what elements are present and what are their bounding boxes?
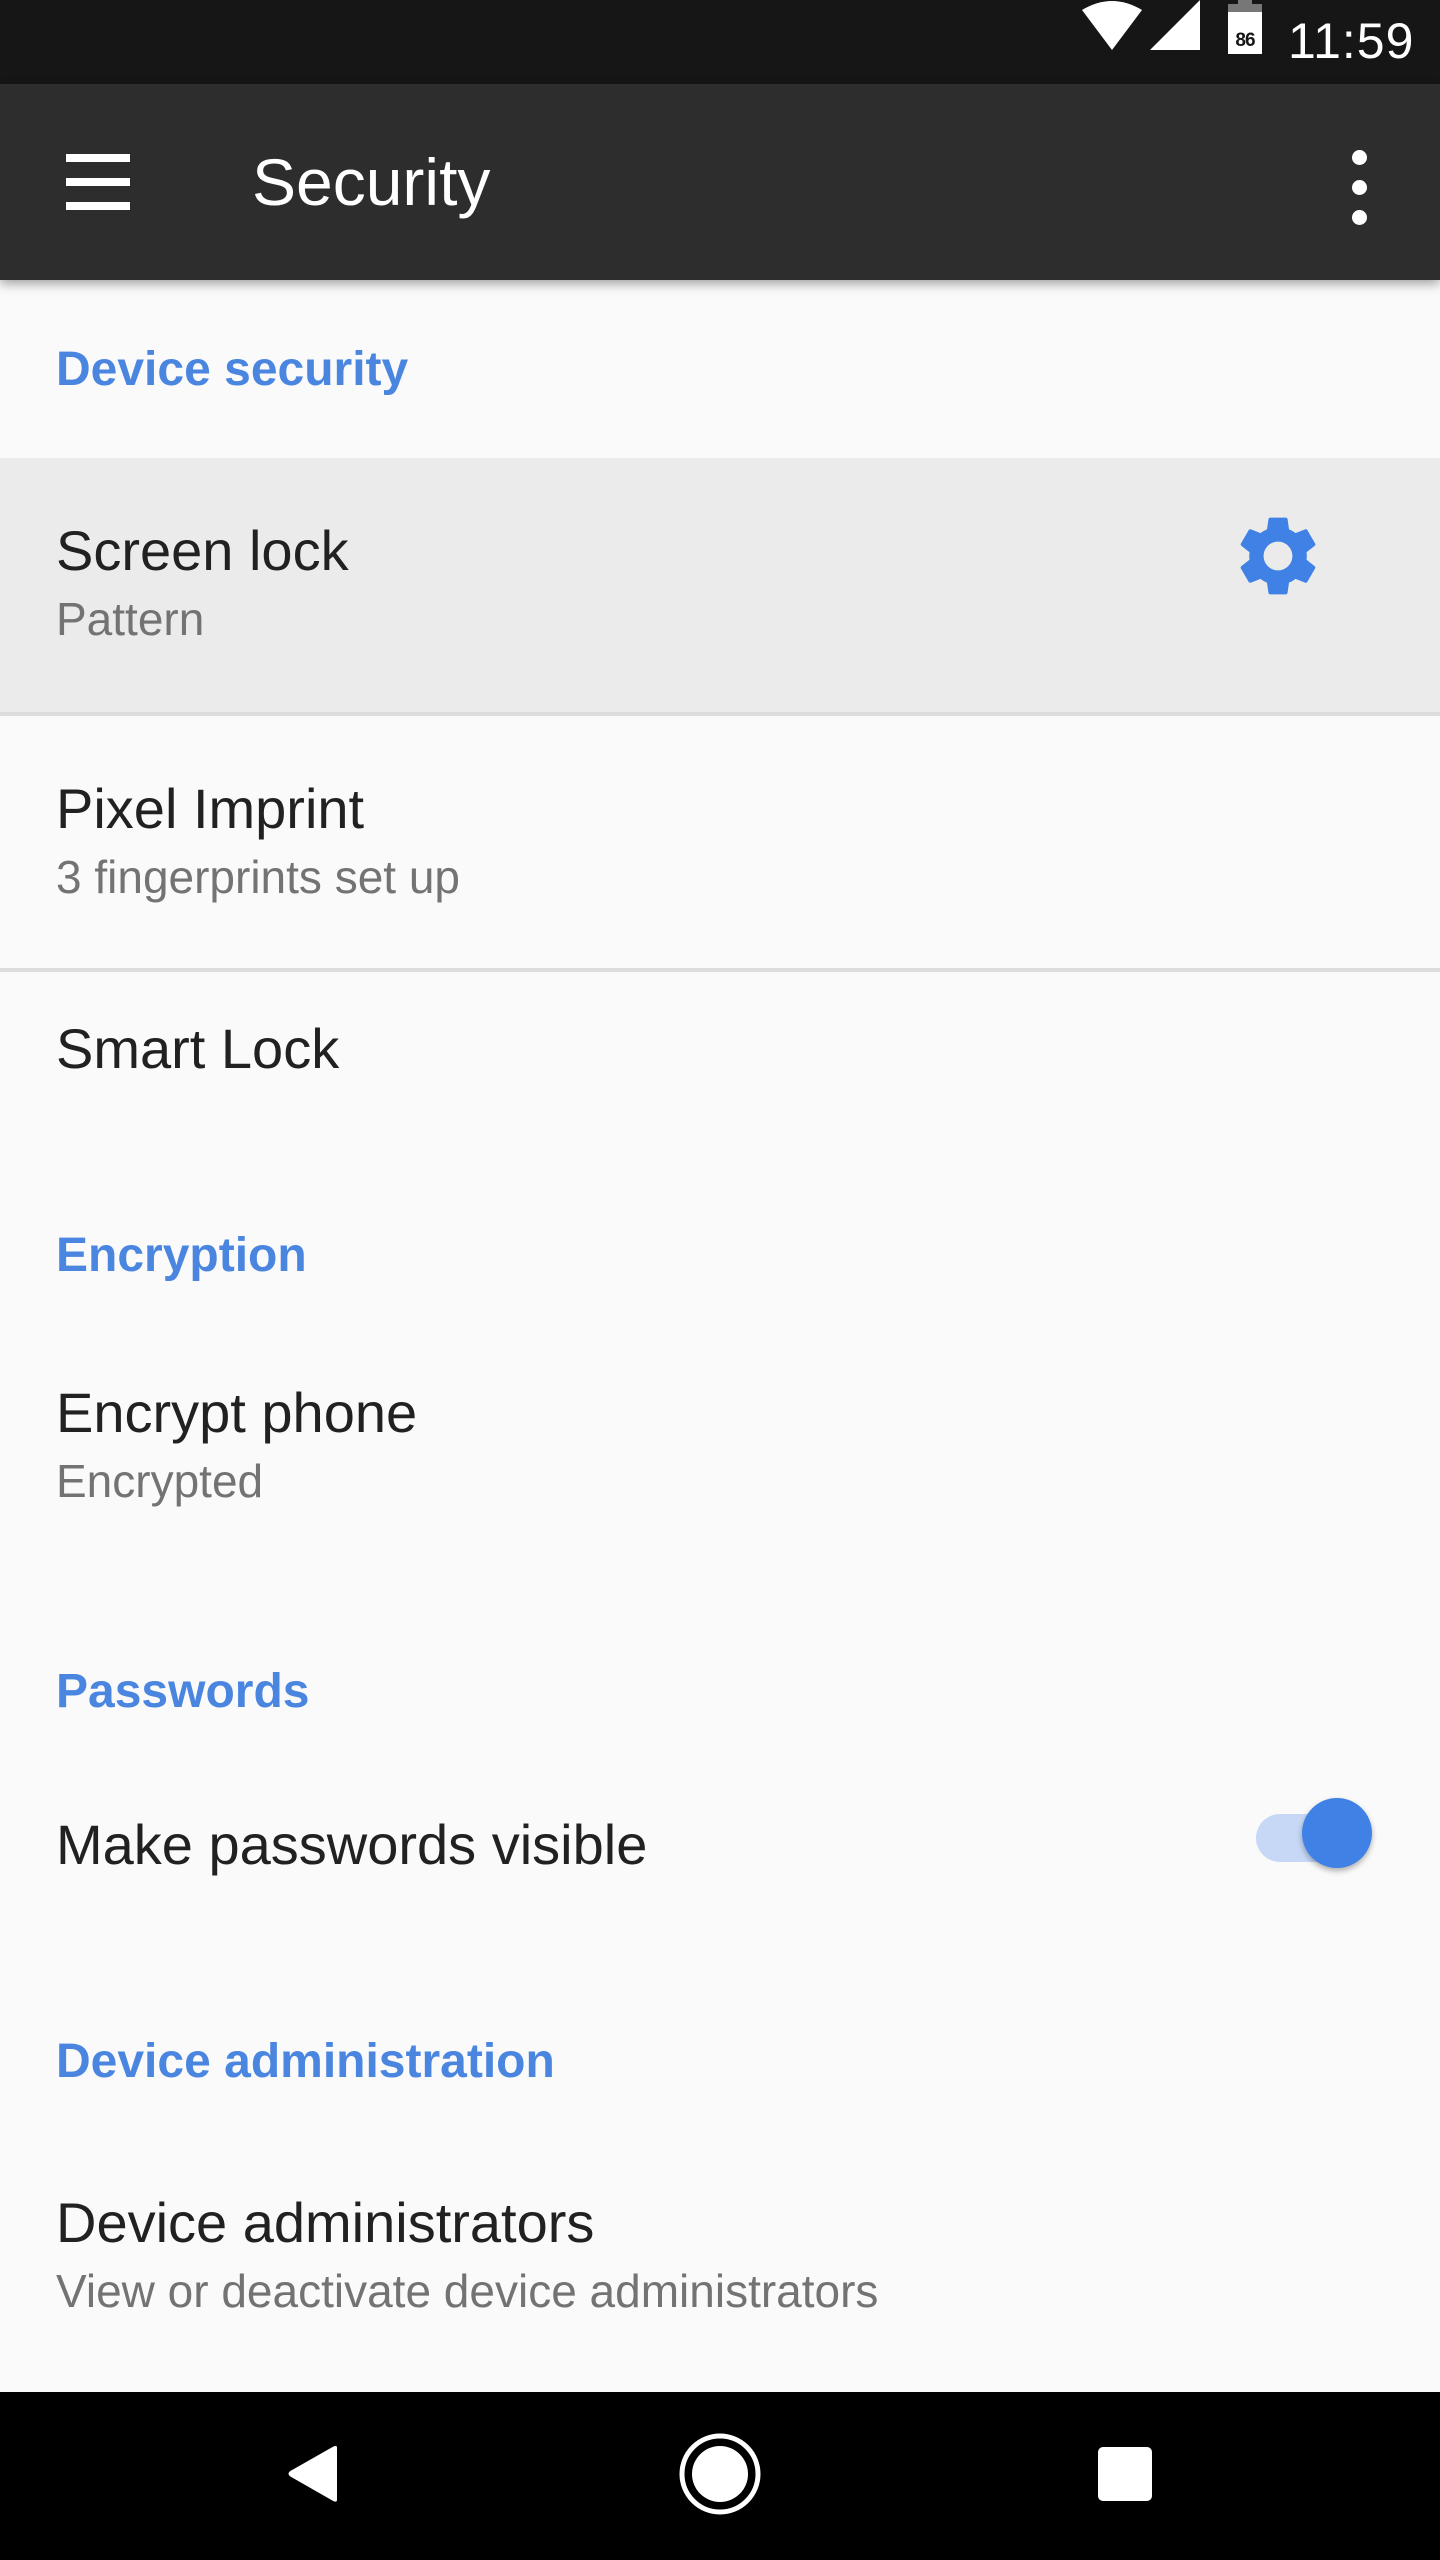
pref-smart-lock[interactable]: Smart Lock	[0, 972, 1440, 1142]
back-button[interactable]	[255, 2414, 375, 2534]
pref-title: Make passwords visible	[56, 1813, 648, 1876]
home-icon	[679, 2433, 761, 2515]
pref-title: Screen lock	[56, 519, 349, 582]
navigation-bar	[0, 2392, 1440, 2560]
pref-screen-lock[interactable]: Screen lock Pattern	[0, 458, 1440, 712]
battery-level: 86	[1235, 30, 1255, 51]
app-bar: Security	[0, 84, 1440, 280]
pref-device-administrators[interactable]: Device administrators View or deactivate…	[0, 2130, 1440, 2380]
pref-pixel-imprint[interactable]: Pixel Imprint 3 fingerprints set up	[0, 716, 1440, 968]
cellular-signal-icon	[1150, 0, 1200, 50]
pref-summary: 3 fingerprints set up	[56, 851, 461, 903]
section-header-encryption: Encryption	[56, 1229, 307, 1282]
pref-encrypt-phone[interactable]: Encrypt phone Encrypted	[0, 1320, 1440, 1570]
menu-button[interactable]	[40, 134, 156, 230]
recents-button[interactable]	[1065, 2414, 1185, 2534]
back-icon	[288, 2445, 337, 2502]
clock: 11:59	[1288, 13, 1415, 69]
wifi-icon	[1082, 1, 1142, 50]
pref-title: Encrypt phone	[56, 1381, 418, 1444]
recents-icon	[1098, 2447, 1152, 2501]
more-options-button[interactable]	[1330, 140, 1390, 236]
settings-list: Device security Screen lock Pattern Pixe…	[0, 280, 1440, 2392]
gear-icon	[1240, 517, 1316, 595]
pref-summary: Encrypted	[56, 1455, 264, 1507]
page-title: Security	[252, 145, 491, 219]
section-header-device-security: Device security	[56, 343, 409, 396]
section-header-passwords: Passwords	[56, 1665, 310, 1718]
section-header-device-administration: Device administration	[56, 2035, 555, 2088]
pref-title: Device administrators	[56, 2191, 595, 2254]
toggle-thumb	[1302, 1798, 1372, 1868]
status-bar: 86 11:59	[0, 0, 1440, 84]
screen-lock-settings-button[interactable]	[1230, 508, 1326, 604]
pref-title: Pixel Imprint	[56, 777, 365, 840]
pref-title: Smart Lock	[56, 1017, 340, 1080]
make-passwords-visible-toggle[interactable]	[1250, 1790, 1380, 1870]
pref-make-passwords-visible[interactable]: Make passwords visible	[0, 1760, 1440, 1946]
home-button[interactable]	[660, 2414, 780, 2534]
pref-summary: View or deactivate device administrators	[56, 2265, 879, 2317]
pref-summary: Pattern	[56, 593, 205, 645]
